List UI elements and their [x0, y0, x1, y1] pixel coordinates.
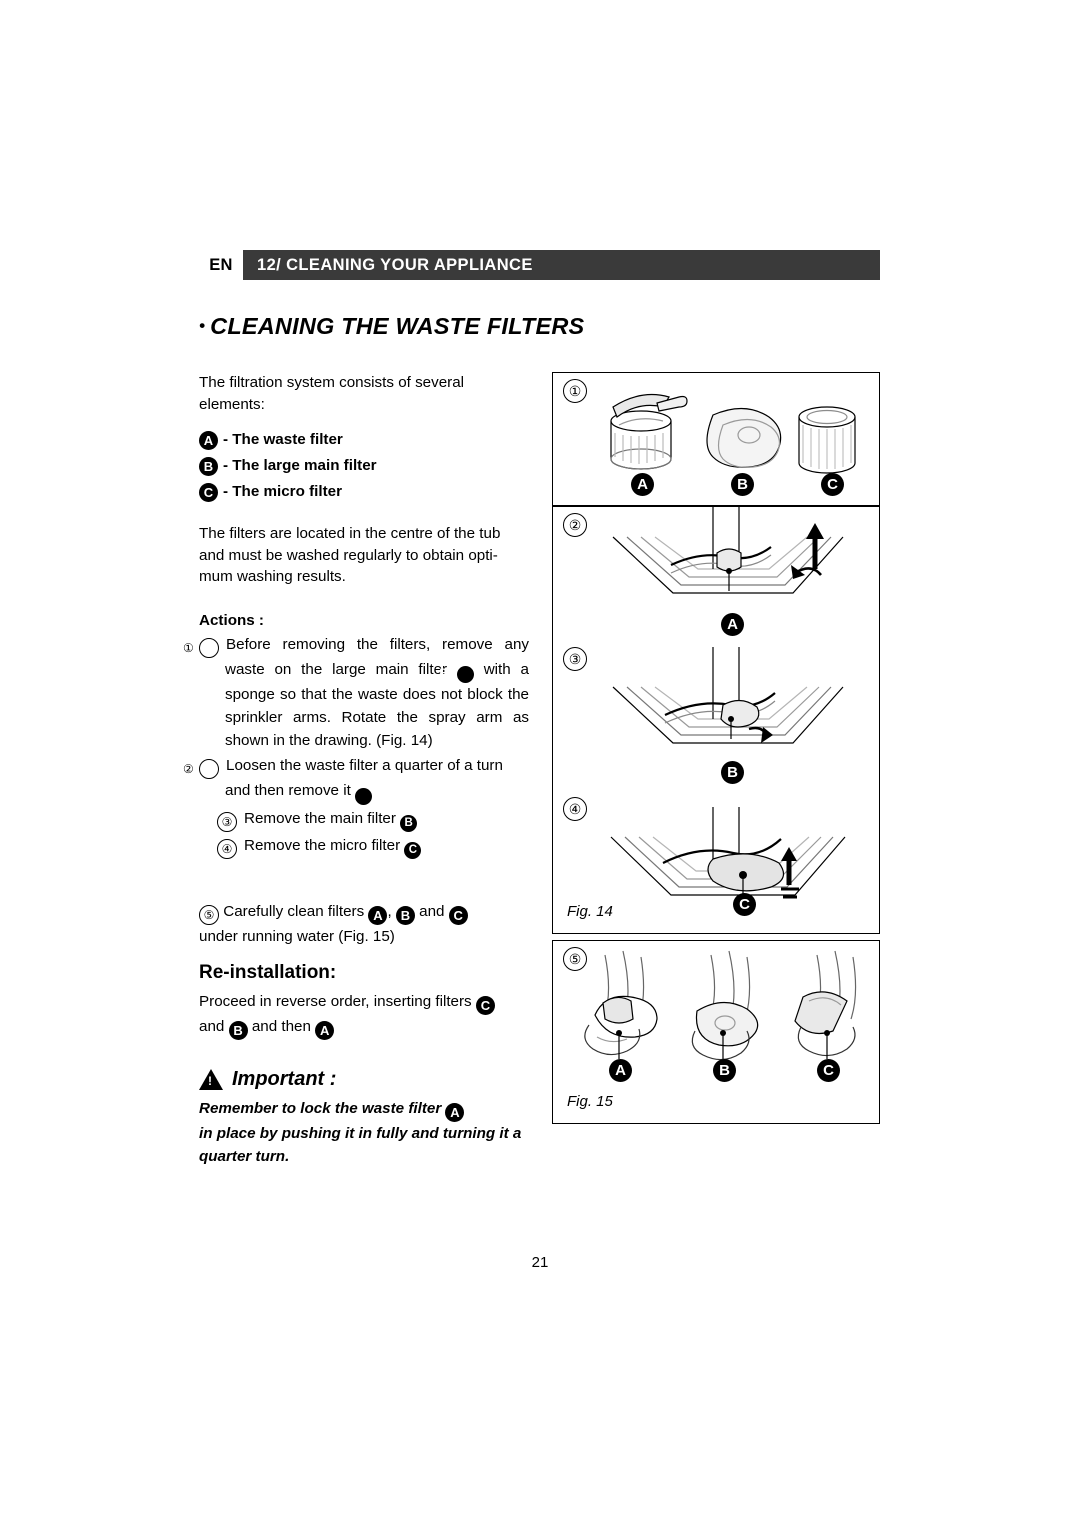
actions-label: Actions :: [199, 611, 264, 629]
legend-item-c: C - The micro filter: [199, 479, 529, 505]
badge-b-icon: B: [199, 456, 218, 476]
figure-1-label-b: B: [731, 471, 754, 496]
figure-14-label-c: C: [733, 891, 756, 916]
badge-a-icon: A: [199, 430, 218, 450]
figure-1-label-a: A: [631, 471, 654, 496]
important-text-line2: in place by pushing it in fully and turn…: [199, 1125, 522, 1165]
step-3-number: ③: [217, 811, 237, 832]
figure-15-badge-b-icon: B: [713, 1059, 736, 1082]
figure-1-badge-c-icon: C: [821, 473, 844, 496]
location-paragraph: The filters are located in the centre of…: [199, 525, 501, 585]
reinstallation-block: Re-installation: Proceed in reverse orde…: [199, 962, 529, 1040]
important-header: Important :: [199, 1068, 539, 1091]
badge-c-icon: C: [199, 482, 218, 502]
figure-14-badge-a-icon: A: [721, 613, 744, 636]
reinstall-badge-b-icon: B: [228, 1021, 248, 1040]
figure-15-label-c: C: [817, 1057, 840, 1082]
reinstallation-text: Proceed in reverse order, inserting filt…: [199, 990, 529, 1040]
intro-paragraph: The filtration system consists of severa…: [199, 374, 465, 413]
page-header: EN 12/ CLEANING YOUR APPLIANCE: [199, 250, 880, 280]
step-2-number: ②: [183, 759, 219, 780]
legend-item-c-label: - The micro filter: [223, 483, 342, 500]
step-4: ④ Remove the micro filter C: [199, 834, 529, 859]
figure-15-badge-c-icon: C: [817, 1059, 840, 1082]
important-label: Important :: [232, 1068, 337, 1090]
legend-item-a: A - The waste filter: [199, 427, 529, 453]
step-5-text-b: under running water (Fig. 15): [199, 928, 395, 945]
step-5-badge-b-icon: B: [395, 906, 415, 925]
warning-triangle-icon: [199, 1069, 223, 1090]
figure-box-14: ② ③ ④ A B C Fig. 14: [552, 506, 880, 934]
step-2-badge-a-icon: A: [338, 787, 373, 805]
figure-14-caption: Fig. 14: [567, 903, 613, 920]
step-5-badge-a-icon: A: [368, 906, 388, 925]
figure-15-label-b: B: [713, 1057, 736, 1082]
step-5-text-a: Carefully clean filters: [223, 903, 365, 920]
figure-15-label-a: A: [609, 1057, 632, 1082]
figure-1-badge-a-icon: A: [631, 473, 654, 496]
step-5: ⑤ Carefully clean filters A, B and C und…: [199, 900, 529, 948]
step-5-comma: ,: [387, 903, 392, 920]
reinstall-badge-a-icon: A: [315, 1021, 335, 1040]
figure-14-drawing: [610, 507, 846, 899]
important-text-line1: Remember to lock the waste filter: [199, 1100, 442, 1117]
step-2: ② Loosen the waste filter a quarter of a …: [183, 754, 529, 805]
legend-item-a-label: - The waste filter: [223, 431, 343, 448]
section-title-text: CLEANING THE WASTE FILTERS: [210, 313, 585, 339]
figure-14-badge-b-icon: B: [721, 761, 744, 784]
figure-1-badge-b-icon: B: [731, 473, 754, 496]
reinstall-text-c: and then: [251, 1018, 311, 1035]
step-3-badge-b-icon: B: [400, 814, 418, 832]
figure-14-label-a: A: [721, 611, 744, 636]
step-1-badge-b-icon: B: [439, 666, 474, 684]
figure-14-label-b: B: [721, 759, 744, 784]
reinstall-badge-c-icon: C: [475, 996, 495, 1015]
reinstall-text-b: and: [199, 1018, 225, 1035]
step-5-badge-c-icon: C: [448, 906, 468, 925]
step-3-text: Remove the main filter: [244, 809, 396, 827]
page-number: 21: [531, 1254, 549, 1271]
step-5-and: and: [419, 903, 445, 920]
reinstall-text-a: Proceed in reverse order, inserting filt…: [199, 993, 472, 1010]
document-page: EN 12/ CLEANING YOUR APPLIANCE • CLEANING…: [0, 0, 1080, 1527]
language-badge: EN: [199, 250, 243, 280]
legend-item-b-label: - The large main filter: [223, 457, 377, 474]
step-3: ③ Remove the main filter B: [199, 807, 529, 832]
step-1-number: ①: [183, 638, 219, 658]
step-5-number: ⑤: [199, 905, 219, 925]
figure-box-1: ① A B C: [552, 372, 880, 506]
step-4-number: ④: [217, 838, 237, 859]
figure-1-label-c: C: [821, 471, 844, 496]
figure-14-badge-c-icon: C: [733, 893, 756, 916]
important-text: Remember to lock the waste filter A in p…: [199, 1097, 539, 1168]
section-title: • CLEANING THE WASTE FILTERS: [199, 313, 584, 340]
important-block: Important : Remember to lock the waste f…: [199, 1068, 539, 1168]
figure-15-caption: Fig. 15: [567, 1093, 613, 1110]
left-text-column: The filtration system consists of severa…: [183, 372, 529, 859]
header-title: 12/ CLEANING YOUR APPLIANCE: [257, 255, 533, 274]
figure-box-15: ⑤ A B C Fig. 15: [552, 940, 880, 1124]
bullet-glyph: •: [199, 316, 206, 335]
legend-item-b: B - The large main filter: [199, 453, 529, 479]
step-4-text: Remove the micro filter: [244, 836, 401, 854]
step-1: ① Before removing the filters, remove any…: [183, 633, 529, 752]
important-badge-a-icon: A: [445, 1103, 465, 1122]
step-4-badge-c-icon: C: [404, 842, 422, 859]
figure-15-badge-a-icon: A: [609, 1059, 632, 1082]
reinstallation-title: Re-installation:: [199, 962, 337, 983]
